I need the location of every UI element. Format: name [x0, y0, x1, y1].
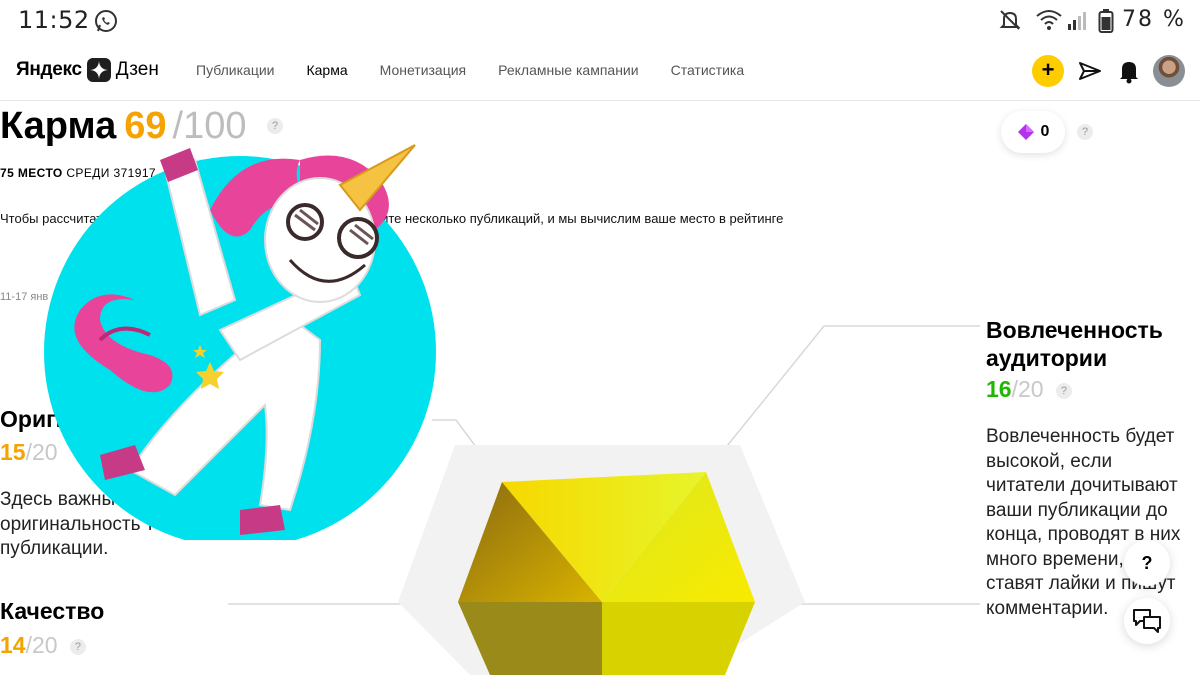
whatsapp-icon: [95, 10, 117, 32]
engagement-title: Вовлеченность аудитории: [986, 317, 1163, 371]
crystal-face-bottom-right: [602, 602, 755, 675]
chat-button[interactable]: [1124, 598, 1170, 644]
unicorn-sticker: [44, 144, 436, 540]
engagement-description: Вовлеченность будет высокой, если читате…: [986, 426, 1181, 619]
originality-score-value: 15: [0, 439, 26, 465]
karma-help-icon[interactable]: ?: [267, 117, 284, 134]
status-bar: 11:52 78 %: [0, 0, 1200, 42]
top-header: Яндекс Дзен Публикации Карма Монетизация…: [0, 42, 1200, 101]
avatar[interactable]: [1153, 55, 1185, 87]
wifi-icon: [1036, 10, 1062, 30]
status-time: 11:52: [18, 6, 90, 34]
gem-help-icon[interactable]: ?: [1077, 124, 1093, 140]
quality-help-icon[interactable]: ?: [69, 638, 86, 655]
help-label: ?: [1141, 552, 1153, 573]
quality-score-value: 14: [0, 632, 26, 658]
nav-publications[interactable]: Публикации: [180, 62, 290, 78]
quality-title: Качество: [0, 598, 105, 624]
battery-percent: 78 %: [1122, 7, 1186, 32]
mute-icon: [999, 10, 1021, 30]
bell-icon[interactable]: [1118, 58, 1140, 84]
quality-score: 14/20 ?: [0, 632, 86, 659]
zen-logo[interactable]: Яндекс Дзен: [16, 58, 159, 82]
gem-icon: [1017, 124, 1034, 140]
engagement-score-den: /20: [1011, 376, 1044, 402]
nav-statistics[interactable]: Статистика: [655, 62, 761, 78]
battery-icon: [1098, 9, 1114, 33]
gem-count: 0: [1040, 123, 1050, 140]
logo-zen-text: Дзен: [115, 59, 159, 80]
plus-icon: +: [1041, 57, 1055, 82]
engagement-score-value: 16: [986, 376, 1012, 402]
nav-ad-campaigns[interactable]: Рекламные кампании: [482, 62, 654, 78]
main-nav: Публикации Карма Монетизация Рекламные к…: [180, 62, 760, 78]
engagement-score: 16/20 ?: [986, 376, 1072, 403]
quality-score-den: /20: [25, 632, 58, 658]
add-button[interactable]: +: [1032, 55, 1064, 87]
engagement-help-icon[interactable]: ?: [1055, 382, 1072, 399]
nav-karma[interactable]: Карма: [290, 62, 363, 78]
nav-monetization[interactable]: Монетизация: [364, 62, 483, 78]
send-icon[interactable]: [1078, 59, 1102, 83]
signal-icon: [1068, 12, 1086, 30]
logo-yandex-text: Яндекс: [16, 59, 82, 80]
zen-star-icon: [86, 58, 111, 82]
connector-engagement: [705, 325, 980, 473]
gem-badge[interactable]: 0: [1001, 111, 1065, 153]
chat-icon: [1133, 609, 1161, 633]
unicorn-hoof-back: [240, 505, 285, 535]
help-button[interactable]: ?: [1124, 540, 1170, 586]
